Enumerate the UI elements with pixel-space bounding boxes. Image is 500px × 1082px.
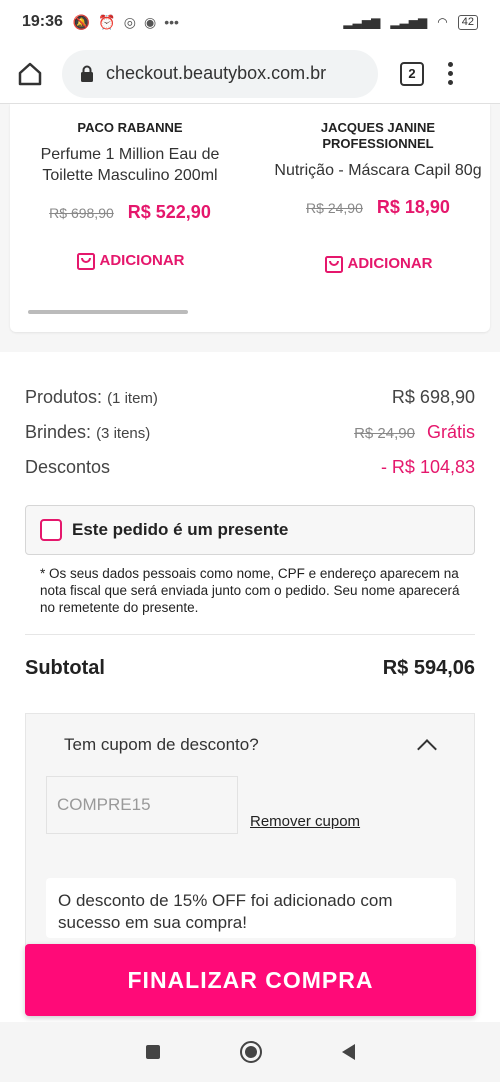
status-bar: 19:36 🔕 ⏰ ◎ ◉ ••• ▂▃▅▆ ▂▃▅▆ ◠ 42	[0, 0, 500, 44]
add-to-cart-button[interactable]: ADICIONAR	[268, 252, 488, 274]
url-text: checkout.beautybox.com.br	[106, 63, 327, 83]
status-time: 19:36	[22, 13, 63, 30]
divider	[25, 634, 475, 635]
coupon-title: Tem cupom de desconto?	[64, 735, 259, 754]
descontos-value: - R$ 104,83	[380, 457, 475, 477]
home-icon[interactable]	[12, 56, 48, 92]
descontos-label: Descontos	[25, 457, 111, 477]
product-prices: R$ 698,90 R$ 522,90	[20, 202, 240, 223]
product-brand: JACQUES JANINE PROFESSIONNEL	[320, 120, 436, 151]
carousel-section: PACO RABANNE Perfume 1 Million Eau de To…	[0, 104, 500, 352]
product-name: Nutrição - Máscara Capil 80g	[274, 162, 482, 179]
coupon-panel: Tem cupom de desconto? COMPRE15 Remover …	[25, 713, 475, 953]
order-summary: Produtos: (1 item) R$ 698,90 Brindes: (3…	[0, 352, 500, 953]
shopping-bag-icon	[76, 253, 95, 270]
summary-row-descontos: Descontos - R$ 104,83	[25, 450, 475, 485]
summary-row-produtos: Produtos: (1 item) R$ 698,90	[25, 380, 475, 415]
product-old-price: R$ 698,90	[49, 205, 114, 221]
alarm-icon: ⏰	[98, 13, 116, 30]
produtos-count: (1 item)	[107, 390, 158, 407]
coupon-input[interactable]: COMPRE15	[46, 776, 238, 834]
page-content: PACO RABANNE Perfume 1 Million Eau de To…	[0, 104, 500, 1022]
back-icon[interactable]	[341, 1044, 355, 1060]
gift-label: Este pedido é um presente	[72, 520, 289, 539]
browser-toolbar: checkout.beautybox.com.br 2	[0, 44, 500, 104]
product-carousel: PACO RABANNE Perfume 1 Million Eau de To…	[10, 104, 490, 332]
brindes-count: (3 itens)	[96, 425, 151, 442]
more-notifications-icon: •••	[164, 14, 179, 30]
brindes-old-value: R$ 24,90	[354, 425, 415, 442]
product-brand: PACO RABANNE	[77, 120, 183, 135]
mute-icon: 🔕	[72, 13, 91, 30]
produtos-label: Produtos:	[25, 387, 103, 407]
product-card: JACQUES JANINE PROFESSIONNEL Nutrição - …	[268, 120, 488, 274]
carousel-scrollbar[interactable]	[28, 310, 188, 314]
gift-option[interactable]: Este pedido é um presente	[25, 505, 475, 555]
incognito-icon: ◎	[123, 13, 137, 30]
signal-icon-2: ▂▃▅▆	[390, 15, 428, 29]
brindes-value: Grátis	[426, 422, 475, 442]
checkout-button[interactable]: FINALIZAR COMPRA	[25, 944, 476, 1016]
produtos-value: R$ 698,90	[391, 387, 475, 407]
coupon-success-message: O desconto de 15% OFF foi adicionado com…	[46, 878, 456, 938]
shopping-bag-icon	[324, 256, 343, 273]
subtotal-value: R$ 594,06	[382, 656, 475, 679]
messenger-icon: ◉	[144, 13, 157, 30]
product-price: R$ 18,90	[376, 197, 450, 217]
gift-checkbox[interactable]	[40, 519, 62, 541]
signal-icon: ▂▃▅▆	[343, 15, 381, 29]
android-nav-bar	[0, 1022, 500, 1082]
gift-note: * Os seus dados pessoais como nome, CPF …	[40, 566, 460, 615]
product-name: Perfume 1 Million Eau de Toilette Mascul…	[40, 146, 220, 184]
battery-icon: 42	[457, 14, 478, 30]
tab-switcher-button[interactable]: 2	[400, 61, 424, 86]
address-bar[interactable]: checkout.beautybox.com.br	[62, 49, 378, 98]
product-old-price: R$ 24,90	[306, 200, 363, 216]
product-prices: R$ 24,90 R$ 18,90	[268, 197, 488, 218]
remove-coupon-link[interactable]: Remover cupom	[250, 813, 360, 830]
coupon-row: COMPRE15 Remover cupom	[26, 756, 474, 834]
subtotal-row: Subtotal R$ 594,06	[25, 653, 475, 683]
add-label: ADICIONAR	[347, 254, 433, 272]
brindes-label: Brindes:	[25, 422, 92, 442]
wifi-icon: ◠	[437, 15, 448, 29]
lock-icon	[80, 65, 94, 82]
add-label: ADICIONAR	[99, 251, 185, 269]
add-to-cart-button[interactable]: ADICIONAR	[20, 249, 240, 271]
product-price: R$ 522,90	[127, 202, 211, 222]
product-card: PACO RABANNE Perfume 1 Million Eau de To…	[20, 120, 240, 271]
recents-icon[interactable]	[145, 1045, 160, 1059]
home-nav-icon[interactable]	[239, 1041, 262, 1063]
summary-row-brindes: Brindes: (3 itens) R$ 24,90 Grátis	[25, 415, 475, 450]
coupon-toggle[interactable]: Tem cupom de desconto?	[26, 714, 474, 759]
subtotal-label: Subtotal	[25, 656, 105, 679]
overflow-menu-icon[interactable]	[448, 62, 453, 85]
notification-icons: 🔕 ⏰ ◎ ◉ •••	[73, 14, 179, 31]
